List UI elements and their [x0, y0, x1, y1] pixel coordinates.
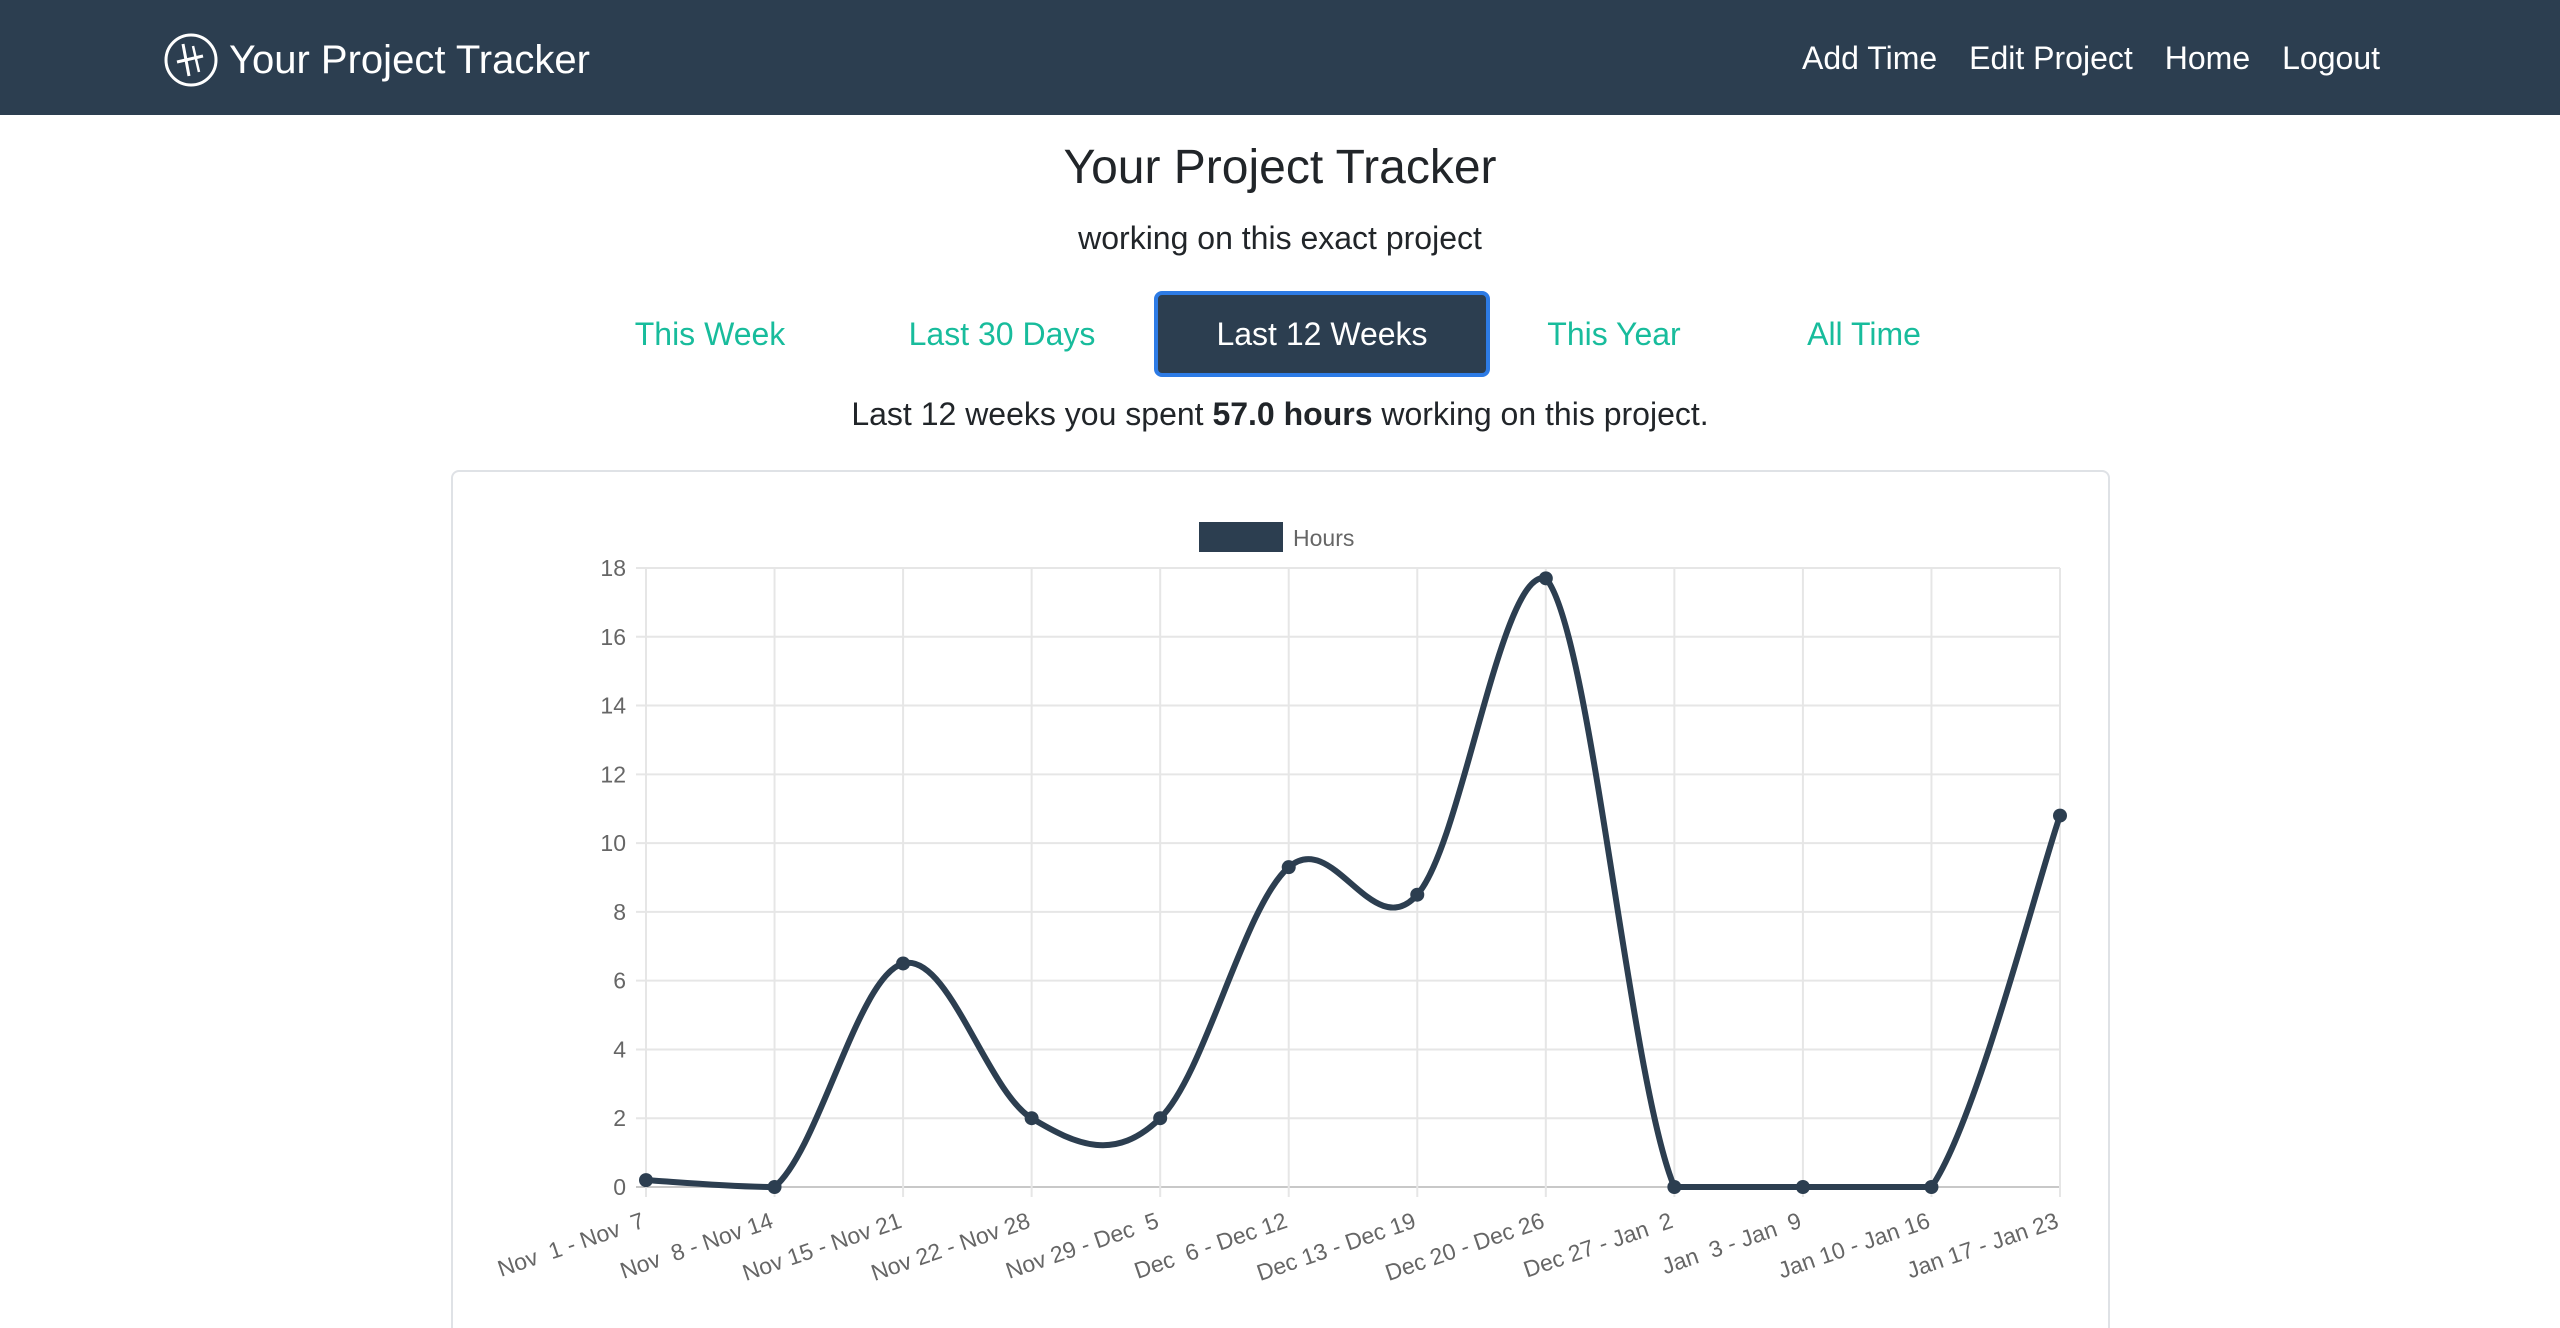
data-point — [767, 1180, 782, 1194]
y-tick-label: 0 — [613, 1174, 626, 1200]
data-point — [1153, 1111, 1168, 1126]
data-point — [1281, 860, 1296, 875]
y-tick-label: 10 — [600, 830, 626, 856]
logo-icon — [164, 33, 218, 87]
add-time-link[interactable]: Add Time — [1802, 34, 1937, 82]
period-tabs: This Week Last 30 Days Last 12 Weeks Thi… — [0, 291, 2560, 377]
data-point — [1538, 571, 1553, 586]
page-title: Your Project Tracker — [1063, 141, 1497, 194]
hours-line-chart: 024681012141618Nov 1 - Nov 7Nov 8 - Nov … — [494, 522, 2067, 1286]
y-tick-label: 14 — [600, 693, 626, 719]
data-point — [2053, 808, 2067, 823]
tab-this-week[interactable]: This Week — [610, 291, 810, 377]
data-point — [1667, 1180, 1682, 1194]
data-point — [1410, 887, 1425, 902]
page-subtitle: working on this exact project — [1078, 220, 1482, 256]
legend-label: Hours — [1293, 525, 1354, 551]
edit-project-link[interactable]: Edit Project — [1969, 34, 2133, 82]
hours-series-line — [645, 575, 2063, 1191]
navbar: Your Project Tracker Add Time Edit Proje… — [0, 0, 2560, 115]
summary-suffix: working on this project. — [1381, 396, 1709, 432]
chart-card: 0 2 4 6 8 10 12 14 16 18 Nov 1 - Nov 7 Nov 8 - Nov … — [451, 470, 2110, 1328]
logout-link[interactable]: Logout — [2282, 34, 2380, 82]
y-tick-label: 16 — [600, 624, 626, 650]
data-point — [1795, 1180, 1810, 1194]
y-tick-label: 18 — [600, 555, 626, 581]
legend-swatch — [1199, 522, 1283, 552]
y-tick-label: 4 — [613, 1036, 626, 1062]
brand-link[interactable]: Your Project Tracker — [163, 30, 590, 90]
brand-name: Your Project Tracker — [229, 38, 590, 82]
y-tick-label: 2 — [613, 1105, 626, 1131]
summary-text: Last 12 weeks you spent 57.0 hours worki… — [0, 390, 2560, 438]
tab-all-time[interactable]: All Time — [1784, 291, 1944, 377]
tab-last-30-days[interactable]: Last 30 Days — [890, 291, 1114, 377]
data-point — [639, 1173, 653, 1188]
y-tick-label: 8 — [613, 899, 626, 925]
summary-hours: 57.0 hours — [1212, 396, 1373, 432]
tab-last-12-weeks[interactable]: Last 12 Weeks — [1154, 291, 1490, 377]
nav-links: Add Time Edit Project Home Logout — [1770, 34, 2380, 82]
y-tick-label: 12 — [600, 761, 626, 787]
summary-prefix: Last 12 weeks you spent — [851, 396, 1204, 432]
data-point — [1924, 1180, 1939, 1194]
data-point — [896, 956, 911, 971]
x-tick-label: Dec 27 - Jan 2 — [1520, 1207, 1676, 1282]
tab-this-year[interactable]: This Year — [1514, 291, 1714, 377]
home-link[interactable]: Home — [2165, 34, 2250, 82]
data-point — [1024, 1111, 1039, 1126]
y-tick-label: 6 — [613, 968, 626, 994]
